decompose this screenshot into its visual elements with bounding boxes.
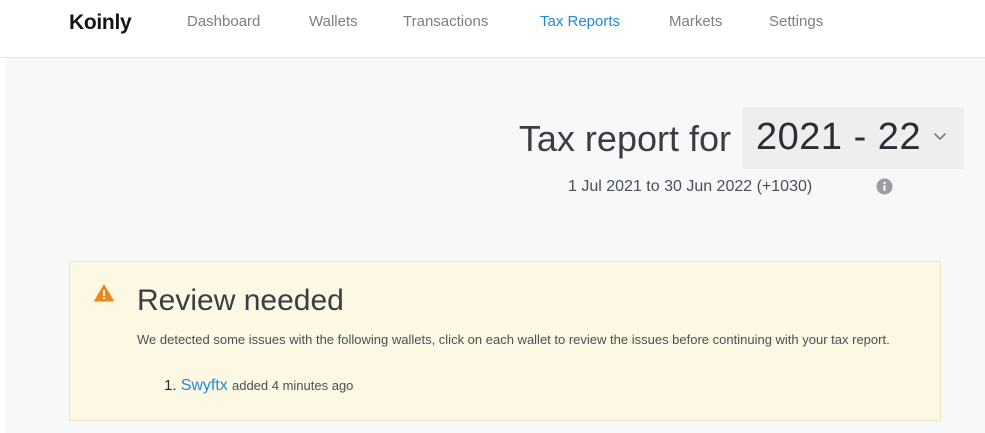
top-navigation-bar: Koinly Dashboard Wallets Transactions Ta… (0, 0, 985, 58)
alert-title: Review needed (137, 284, 344, 317)
info-icon[interactable] (876, 178, 893, 195)
nav-item-settings[interactable]: Settings (769, 13, 823, 30)
nav-item-transactions[interactable]: Transactions (403, 13, 488, 30)
warning-icon (94, 284, 114, 302)
alert-message: We detected some issues with the followi… (137, 332, 890, 347)
wallet-added-time: added 4 minutes ago (231, 378, 354, 393)
list-item-index: 1. (164, 377, 177, 394)
list-item: 1. Swyftx added 4 minutes ago (164, 377, 353, 395)
nav-item-wallets[interactable]: Wallets (309, 13, 358, 30)
nav-item-dashboard[interactable]: Dashboard (187, 13, 260, 30)
nav-item-tax-reports[interactable]: Tax Reports (540, 13, 620, 30)
nav-item-markets[interactable]: Markets (669, 13, 722, 30)
report-date-range: 1 Jul 2021 to 30 Jun 2022 (+1030) (568, 178, 813, 195)
tax-year-select[interactable]: 2021 - 22 (742, 107, 964, 169)
wallet-link-swyftx[interactable]: Swyftx (181, 377, 228, 394)
report-title: Tax report for (518, 118, 731, 159)
main-nav: Dashboard Wallets Transactions Tax Repor… (0, 0, 985, 44)
chevron-down-icon (934, 133, 946, 140)
review-needed-alert: Review needed We detected some issues wi… (69, 261, 941, 421)
main-content: Tax report for 2021 - 22 1 Jul 2021 to 3… (6, 58, 985, 433)
tax-year-value: 2021 - 22 (756, 116, 922, 158)
wallet-issue-list: 1. Swyftx added 4 minutes ago (164, 377, 353, 395)
